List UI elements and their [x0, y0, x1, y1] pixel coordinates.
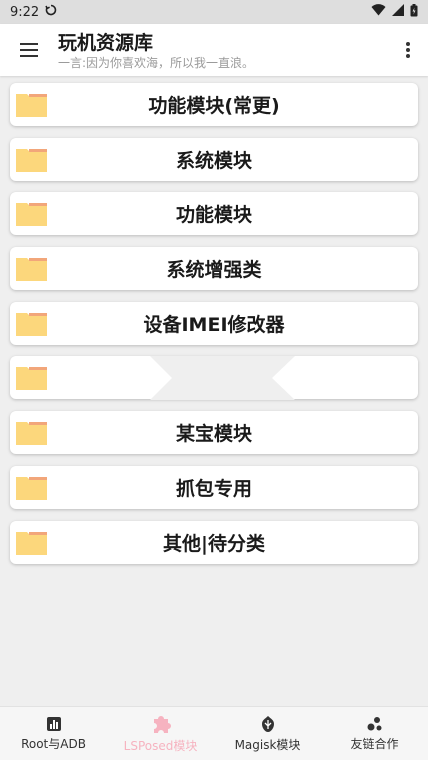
more-options-button[interactable] [388, 24, 428, 76]
folder-icon [16, 367, 47, 391]
chart-icon [46, 716, 61, 731]
list-item[interactable]: 系统模块 [10, 137, 418, 181]
folder-icon [16, 422, 47, 446]
nav-friend-links[interactable]: 友链合作 [321, 707, 428, 760]
list-item[interactable]: 功能模块 [10, 192, 418, 236]
list-item[interactable]: 系统增强类 [10, 247, 418, 291]
page-title: 玩机资源库 [58, 32, 154, 54]
list-item[interactable]: 其他|待分类 [10, 520, 418, 564]
status-time: 9:22 [10, 4, 40, 20]
more-vertical-icon [406, 42, 410, 58]
nav-label: LSPosed模块 [123, 738, 198, 753]
nav-label: Magisk模块 [234, 737, 301, 752]
list-item-label: 其他|待分类 [163, 532, 265, 555]
folder-icon [16, 531, 47, 555]
folder-icon [16, 203, 47, 227]
nav-root-adb[interactable]: Root与ADB [0, 707, 107, 760]
list-item-label: 抓包专用 [175, 477, 252, 500]
app-bar: 玩机资源库 一言:因为你喜欢海，所以我一直浪。 [0, 24, 428, 76]
nav-label: Root与ADB [21, 736, 86, 751]
magisk-icon [261, 715, 274, 732]
status-bar: 9:22 [0, 0, 428, 24]
bubbles-icon [367, 716, 381, 730]
nav-lsposed[interactable]: LSPosed模块 [107, 707, 214, 760]
list-item[interactable]: 功能模块(常更) [10, 83, 418, 126]
nav-magisk[interactable]: Magisk模块 [214, 707, 321, 760]
category-list: 功能模块(常更) 系统模块 功能模块 系统增强类 设备IMEI修改器 某宝模块 … [10, 83, 418, 575]
rendering-artifact [150, 356, 295, 401]
battery-icon [410, 3, 418, 21]
nav-label: 友链合作 [350, 736, 399, 751]
list-item-label: 某宝模块 [175, 423, 252, 446]
hamburger-icon [20, 43, 38, 57]
folder-icon [16, 94, 47, 117]
list-item-label: 功能模块(常更) [148, 95, 280, 117]
list-item[interactable]: 设备IMEI修改器 [10, 301, 418, 345]
folder-icon [16, 476, 47, 500]
folder-icon [16, 312, 47, 336]
list-item-label: 系统模块 [175, 149, 252, 172]
list-item-label: 功能模块 [175, 204, 252, 227]
bottom-nav: Root与ADB LSPosed模块 Magisk模块 友链合作 [0, 706, 428, 760]
list-item-label: 设备IMEI修改器 [143, 313, 285, 336]
list-item-label: 系统增强类 [166, 259, 262, 282]
folder-icon [16, 258, 47, 282]
puzzle-icon [153, 715, 171, 733]
sync-icon [45, 4, 57, 20]
list-item[interactable]: 某宝模块 [10, 411, 418, 455]
signal-icon [392, 4, 404, 20]
menu-button[interactable] [0, 24, 58, 76]
page-subtitle: 一言:因为你喜欢海，所以我一直浪。 [58, 56, 255, 70]
list-item[interactable] [10, 356, 418, 401]
list-item[interactable]: 抓包专用 [10, 465, 418, 509]
wifi-icon [371, 4, 386, 20]
folder-icon [16, 148, 47, 172]
